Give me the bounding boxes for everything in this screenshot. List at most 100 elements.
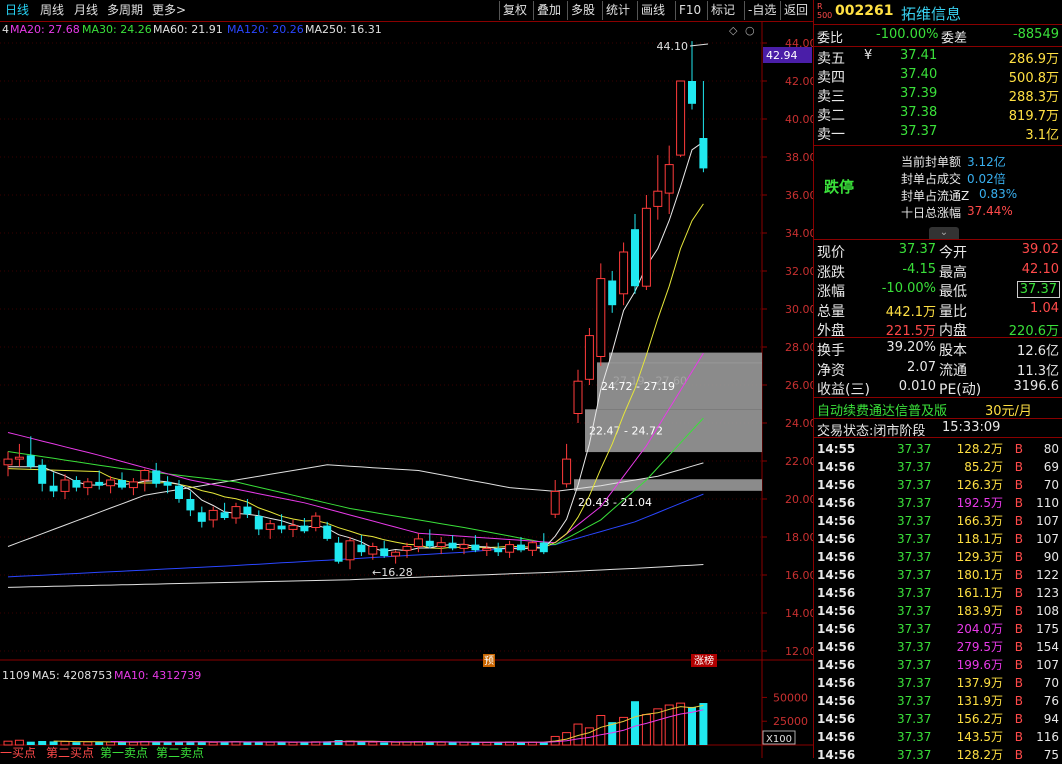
stat-value: 1.04 — [1030, 300, 1059, 316]
tick-volume: 143.5万 — [956, 730, 1003, 744]
candle-up — [664, 164, 674, 194]
stat-value: 37.37 — [898, 242, 936, 257]
tick-price: 37.37 — [897, 658, 932, 672]
ask-volume: 819.7万 — [1008, 109, 1059, 124]
tick-bs: B — [1014, 550, 1023, 564]
volume-bar-up — [3, 740, 13, 746]
tick-time: 14:56 — [817, 730, 856, 744]
tick-bs: B — [1014, 532, 1023, 546]
volume-legend-item: MA10: 4312739 — [114, 669, 201, 682]
price-tick-label: 16.00 — [785, 569, 813, 582]
high-annotation: 44.10 — [657, 40, 689, 53]
candle-down — [38, 464, 47, 484]
volume-unit-label: X100 — [766, 734, 792, 745]
candle-down — [277, 525, 286, 530]
candle-down — [688, 81, 696, 104]
signal-tab[interactable]: 一买点 — [0, 746, 36, 758]
candle-up — [128, 481, 138, 489]
ask-label: 卖五 — [817, 51, 845, 67]
chip-zone-label: 22.47 - 24.72 — [589, 425, 663, 438]
price-tick-label: 12.00 — [785, 645, 813, 658]
low-annotation: ←16.28 — [372, 566, 413, 579]
stat-value: 11.3亿 — [1017, 363, 1059, 379]
candle-up — [482, 547, 492, 551]
tick-count: 70 — [1043, 676, 1059, 690]
stat-label: 最高 — [939, 264, 967, 281]
tick-bs: B — [1014, 586, 1023, 600]
candle-up — [436, 542, 446, 548]
stat-label: 最低 — [939, 284, 967, 300]
signal-tab[interactable]: 第二买点 — [46, 746, 94, 758]
tick-price: 37.37 — [897, 694, 932, 708]
trade-time: 15:33:09 — [942, 420, 1001, 435]
candle-up — [653, 190, 663, 207]
limit-info-label: 当前封单额 — [901, 155, 962, 169]
weicha-value: -88549 — [1012, 27, 1059, 42]
promo-price[interactable]: 30元/月 — [985, 400, 1032, 419]
candle-up — [311, 515, 321, 528]
volume-bar-down — [49, 741, 58, 745]
candle-down — [631, 229, 639, 287]
stat-value: 37.37 — [1016, 281, 1060, 298]
candle-up — [83, 481, 93, 489]
stat-value: 0.010 — [898, 379, 936, 394]
tick-price: 37.37 — [897, 712, 932, 726]
tick-count: 116 — [1036, 730, 1059, 744]
tick-price: 37.37 — [897, 532, 932, 546]
candle-up — [459, 544, 469, 549]
tick-price: 37.37 — [897, 460, 932, 474]
price-tick-label: 36.00 — [785, 189, 813, 202]
volume-tick-label: 25000 — [773, 715, 808, 728]
tick-time: 14:55 — [817, 442, 856, 456]
candle-up — [562, 458, 572, 485]
signal-tab[interactable]: 第一卖点 — [100, 746, 148, 758]
collapse-icon[interactable]: ⌄ — [929, 227, 959, 239]
stat-label: 净资 — [817, 362, 845, 379]
volume-legend-item: MA5: 4208753 — [32, 669, 112, 682]
volume-bar-up — [653, 708, 663, 746]
candle-down — [197, 512, 206, 522]
ask-label: 卖四 — [817, 70, 845, 86]
volume-tick-label: 50000 — [773, 691, 808, 704]
volume-bar-up — [664, 704, 674, 746]
tick-count: 107 — [1036, 658, 1059, 672]
tick-row: 14:56 37.37 161.1万 B 123 — [814, 584, 1062, 602]
tick-count: 76 — [1043, 694, 1059, 708]
candle-up — [676, 80, 686, 156]
volume-bar-down — [243, 742, 252, 745]
tick-volume: 128.2万 — [956, 748, 1003, 762]
candle-up — [584, 335, 594, 380]
limit-info-label: 封单占成交 — [901, 172, 962, 186]
candle-up — [208, 509, 218, 521]
tick-list[interactable]: 14:55 37.37 128.2万 B 80 14:56 37.37 85.2万 B 69 14:… — [814, 440, 1062, 764]
tick-time: 14:56 — [817, 694, 856, 708]
tick-bs: B — [1014, 514, 1023, 528]
promo-text[interactable]: 自动续费通达信普及版 — [817, 400, 947, 419]
price-tick-label: 38.00 — [785, 151, 813, 164]
tick-row: 14:56 37.37 279.5万 B 154 — [814, 638, 1062, 656]
pre-marker-label: 预 — [484, 655, 494, 667]
price-tick-label: 20.00 — [785, 493, 813, 506]
tick-count: 90 — [1043, 550, 1059, 564]
volume-bar-up — [14, 739, 24, 746]
tick-bs: B — [1014, 460, 1023, 474]
tick-row: 14:56 37.37 137.9万 B 70 — [814, 674, 1062, 692]
tick-bs: B — [1014, 730, 1023, 744]
candle-up — [413, 538, 423, 548]
weibi-label: 委比 — [817, 31, 844, 46]
tick-bs: B — [1014, 568, 1023, 582]
tick-price: 37.37 — [897, 496, 932, 510]
diamond-icon[interactable]: ◇ — [729, 24, 738, 37]
tick-volume: 131.9万 — [956, 694, 1003, 708]
price-tick-label: 26.00 — [785, 379, 813, 392]
r500-badge: R 500 — [817, 2, 833, 20]
candle-down — [26, 455, 35, 467]
chip-zone-label: 24.72 - 27.19 — [601, 380, 675, 393]
current-price-label: 42.94 — [766, 49, 798, 62]
signal-tab[interactable]: 第二卖点 — [156, 746, 204, 758]
tick-count: 154 — [1036, 640, 1059, 654]
candle-up — [619, 251, 629, 295]
tick-price: 37.37 — [897, 604, 932, 618]
kline-chart[interactable]: 44.0042.0040.0038.0036.0034.0032.0030.00… — [0, 0, 813, 758]
tick-price: 37.37 — [897, 478, 932, 492]
